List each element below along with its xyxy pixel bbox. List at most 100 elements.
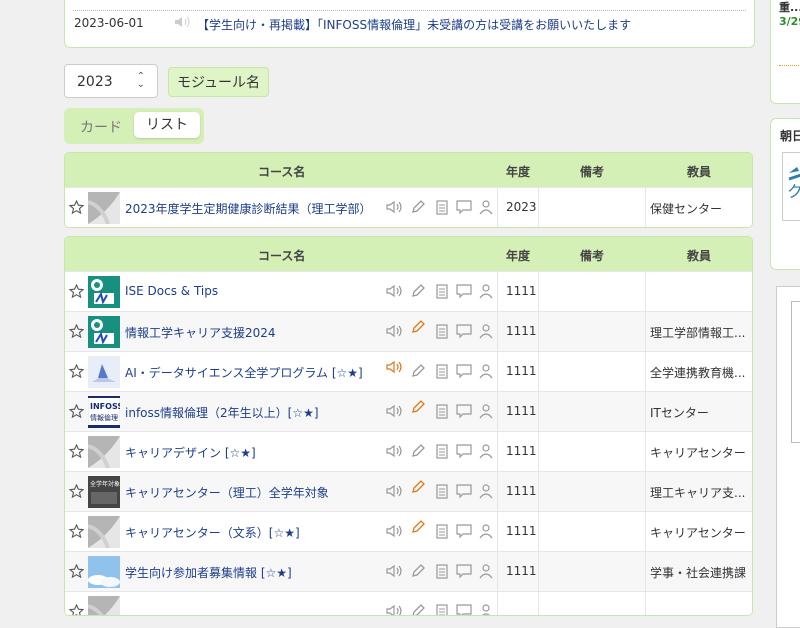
course-name-link[interactable]: ISE Docs & Tips xyxy=(125,284,218,298)
course-thumbnail[interactable] xyxy=(87,596,120,615)
pencil-icon[interactable] xyxy=(409,478,427,498)
star-icon[interactable] xyxy=(68,403,85,419)
table-row[interactable]: ISE Docs & Tips 1111 xyxy=(65,271,752,311)
person-icon[interactable] xyxy=(477,482,495,502)
document-icon[interactable] xyxy=(433,402,451,422)
speaker-icon[interactable] xyxy=(385,358,403,378)
course-name-link[interactable]: キャリアセンター（理工）全学年対象 xyxy=(125,484,329,501)
star-icon[interactable] xyxy=(68,323,85,339)
document-icon[interactable] xyxy=(433,522,451,542)
table-row[interactable]: AI・データサイエンス全学プログラム [☆★] 1111 全学連携教育機... xyxy=(65,351,752,391)
document-icon[interactable] xyxy=(433,362,451,382)
asahi-logo[interactable]: ク xyxy=(782,152,800,221)
pencil-icon[interactable] xyxy=(409,318,427,338)
pencil-icon[interactable] xyxy=(409,518,427,538)
chat-icon[interactable] xyxy=(455,402,473,422)
card-view-button[interactable]: カード xyxy=(80,117,122,137)
course-name-link[interactable]: 学生向け参加者募集情報 [☆★] xyxy=(125,564,292,581)
person-icon[interactable] xyxy=(477,322,495,342)
module-name-button[interactable]: モジュール名 xyxy=(168,67,270,97)
document-icon[interactable] xyxy=(433,482,451,502)
asahi-panel: 朝日 ク xyxy=(770,118,800,270)
pencil-icon[interactable] xyxy=(409,198,427,218)
table-row[interactable]: キャリアセンター（文系）[☆★] 1111 キャリアセンター xyxy=(65,511,752,551)
view-toggle: カード リスト xyxy=(64,108,204,144)
star-icon[interactable] xyxy=(68,603,85,615)
pencil-icon[interactable] xyxy=(409,602,427,615)
speaker-icon[interactable] xyxy=(385,442,403,462)
chat-icon[interactable] xyxy=(455,282,473,302)
speaker-icon[interactable] xyxy=(385,522,403,542)
person-icon[interactable] xyxy=(477,522,495,542)
course-name-link[interactable]: AI・データサイエンス全学プログラム [☆★] xyxy=(125,364,363,381)
course-name-link[interactable]: キャリアデザイン [☆★] xyxy=(125,444,256,461)
chat-icon[interactable] xyxy=(455,522,473,542)
person-icon[interactable] xyxy=(477,402,495,422)
right-panel-date[interactable]: 3/29 xyxy=(779,15,800,28)
star-icon[interactable] xyxy=(68,363,85,379)
chat-icon[interactable] xyxy=(455,362,473,382)
speaker-icon[interactable] xyxy=(385,482,403,502)
course-name-link[interactable]: 2023年度学生定期健康診断結果（理工学部） xyxy=(125,200,372,217)
pencil-icon[interactable] xyxy=(409,282,427,302)
document-icon[interactable] xyxy=(433,322,451,342)
chat-icon[interactable] xyxy=(455,198,473,218)
person-icon[interactable] xyxy=(477,442,495,462)
pencil-icon[interactable] xyxy=(409,362,427,382)
speaker-icon[interactable] xyxy=(385,602,403,615)
star-icon[interactable] xyxy=(68,483,85,499)
chat-icon[interactable] xyxy=(455,442,473,462)
course-name-link[interactable]: infoss情報倫理（2年生以上）[☆★] xyxy=(125,404,319,421)
course-thumbnail[interactable] xyxy=(88,556,120,588)
document-icon[interactable] xyxy=(433,562,451,582)
chat-icon[interactable] xyxy=(455,562,473,582)
person-icon[interactable] xyxy=(477,282,495,302)
speaker-icon[interactable] xyxy=(385,322,403,342)
column-divider xyxy=(645,552,646,591)
chat-icon[interactable] xyxy=(455,482,473,502)
table-row[interactable]: 学生向け参加者募集情報 [☆★] 1111 学事・社会連携課 xyxy=(65,551,752,591)
person-icon[interactable] xyxy=(477,562,495,582)
course-thumbnail[interactable]: 全学年対象 xyxy=(88,476,120,508)
person-icon[interactable] xyxy=(477,198,495,218)
person-icon[interactable] xyxy=(477,362,495,382)
star-icon[interactable] xyxy=(68,283,85,299)
document-icon[interactable] xyxy=(433,602,451,615)
year-select[interactable]: 2023 ⌃ ⌄ xyxy=(64,64,158,98)
list-view-button[interactable]: リスト xyxy=(134,112,200,138)
course-thumbnail[interactable]: INFOSS 情報倫理 xyxy=(87,395,123,429)
star-icon[interactable] xyxy=(68,199,85,215)
chat-icon[interactable] xyxy=(455,322,473,342)
course-name-link[interactable]: 情報工学キャリア支援2024 xyxy=(125,324,276,341)
pencil-icon[interactable] xyxy=(409,398,427,418)
notice-link[interactable]: 【学生向け・再掲載】「INFOSS情報倫理」未受講の方は受講をお願いいたします xyxy=(197,16,631,33)
table-row[interactable]: 全学年対象 キャリアセンター（理工）全学年対象 1111 理工キャリア支... xyxy=(65,471,752,511)
chat-icon[interactable] xyxy=(455,602,473,615)
course-action-icons xyxy=(385,520,497,542)
document-icon[interactable] xyxy=(433,198,451,218)
course-thumbnail[interactable] xyxy=(87,436,120,469)
person-icon[interactable] xyxy=(477,602,495,615)
table-row[interactable] xyxy=(65,591,752,615)
table-row[interactable]: 情報工学キャリア支援2024 1111 理工学部情報工... xyxy=(65,311,752,351)
table-row[interactable]: キャリアデザイン [☆★] 1111 キャリアセンター xyxy=(65,431,752,471)
course-thumbnail[interactable] xyxy=(88,356,120,388)
pencil-icon[interactable] xyxy=(409,442,427,462)
star-icon[interactable] xyxy=(68,443,85,459)
course-thumbnail[interactable] xyxy=(87,192,120,225)
document-icon[interactable] xyxy=(433,282,451,302)
speaker-icon[interactable] xyxy=(385,282,403,302)
course-thumbnail[interactable] xyxy=(87,516,120,549)
star-icon[interactable] xyxy=(68,523,85,539)
course-thumbnail[interactable] xyxy=(88,316,120,348)
course-thumbnail[interactable] xyxy=(88,276,120,308)
speaker-icon[interactable] xyxy=(385,198,403,218)
table-row[interactable]: 2023年度学生定期健康診断結果（理工学部） 2023 保健センター xyxy=(65,187,752,227)
document-icon[interactable] xyxy=(433,442,451,462)
speaker-icon[interactable] xyxy=(385,402,403,422)
course-name-link[interactable]: キャリアセンター（文系）[☆★] xyxy=(125,524,300,541)
speaker-icon[interactable] xyxy=(385,562,403,582)
star-icon[interactable] xyxy=(68,563,85,579)
pencil-icon[interactable] xyxy=(409,562,427,582)
table-row[interactable]: INFOSS 情報倫理 infoss情報倫理（2年生以上）[☆★] 1111 ITセンタ… xyxy=(65,391,752,431)
